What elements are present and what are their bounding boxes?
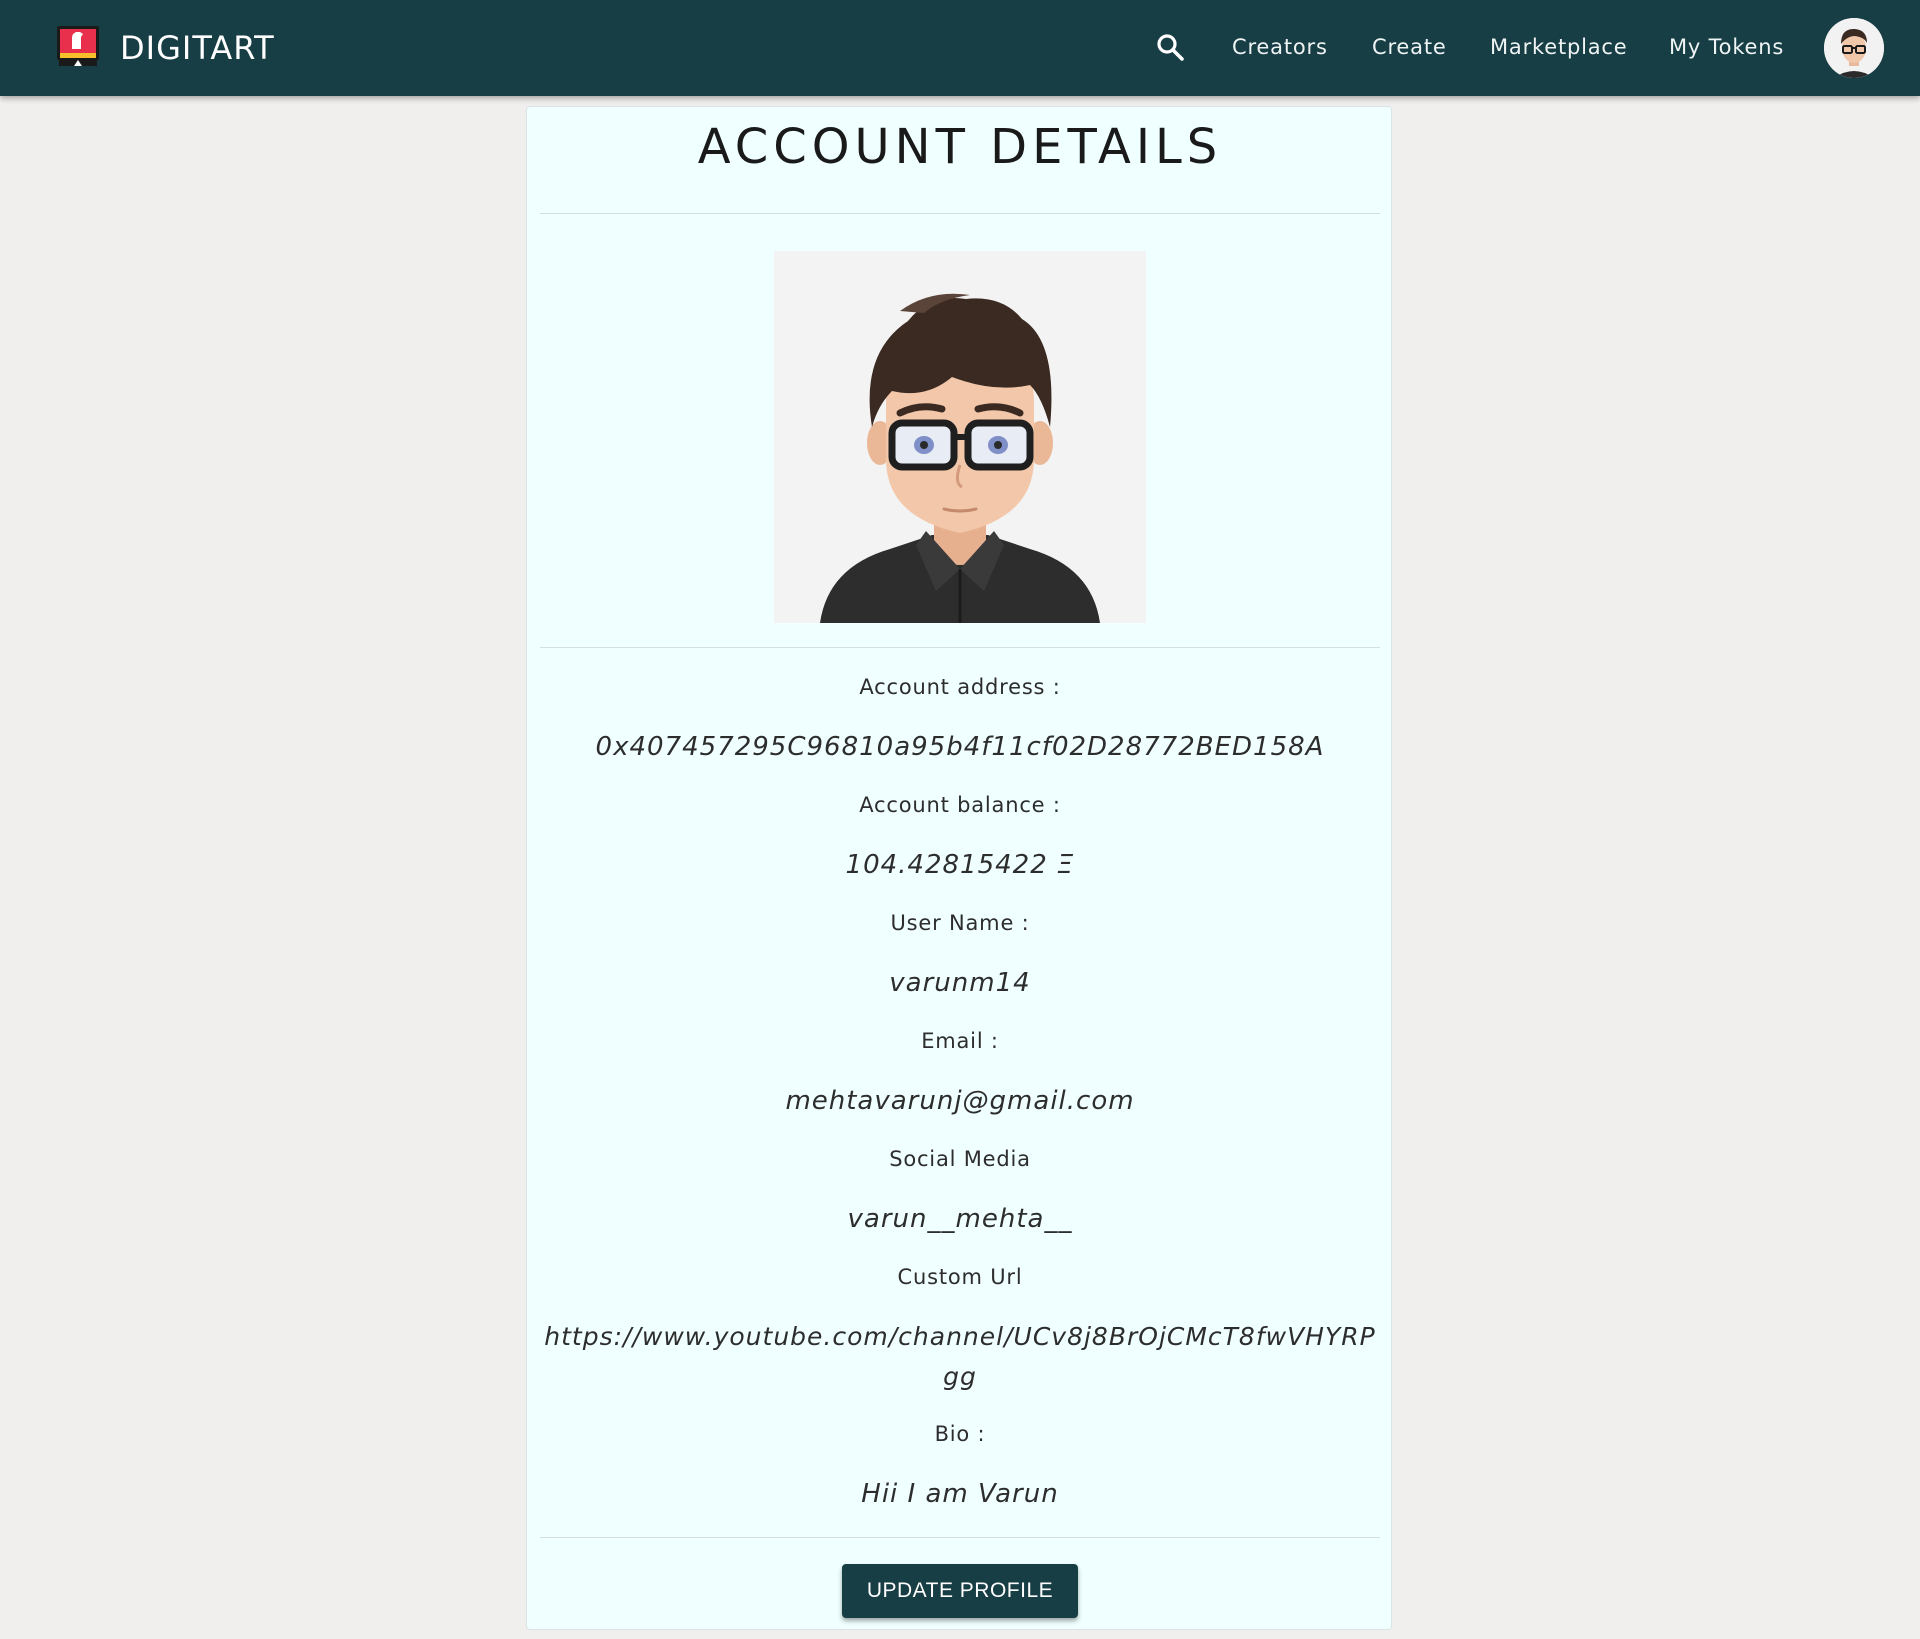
- page-title: ACCOUNT DETAILS: [697, 119, 1223, 175]
- user-name-value: varunm14: [889, 968, 1031, 998]
- footer-divider: [540, 1537, 1380, 1538]
- digitart-monitor-logo-icon: [57, 26, 99, 66]
- profile-picture: [774, 251, 1146, 623]
- email-value: mehtavarunj@gmail.com: [785, 1086, 1135, 1116]
- nav-link-creators[interactable]: Creators: [1232, 33, 1328, 61]
- bio-value: Hii I am Varun: [861, 1479, 1059, 1509]
- search-icon[interactable]: [1155, 32, 1185, 62]
- top-navbar: DIGITART Creators Create Marketplace My …: [0, 0, 1920, 96]
- avatar-face-icon: [1824, 18, 1884, 78]
- nav-link-create[interactable]: Create: [1372, 33, 1447, 61]
- user-name-label: User Name :: [890, 911, 1030, 935]
- profile-avatar-illustration: [774, 251, 1146, 623]
- email-label: Email :: [921, 1029, 999, 1053]
- nav-link-marketplace[interactable]: Marketplace: [1490, 33, 1628, 61]
- bio-label: Bio :: [934, 1422, 986, 1446]
- nav-link-my-tokens[interactable]: My Tokens: [1669, 33, 1784, 61]
- custom-url-label: Custom Url: [897, 1265, 1023, 1289]
- image-divider: [540, 647, 1380, 648]
- account-address-label: Account address :: [859, 675, 1061, 699]
- social-media-label: Social Media: [889, 1147, 1031, 1171]
- account-address-value: 0x407457295C96810a95b4f11cf02D28772BED15…: [595, 732, 1325, 762]
- custom-url-value: https://www.youtube.com/channel/UCv8j8Br…: [544, 1322, 1376, 1391]
- social-media-value: varun__mehta__: [847, 1204, 1073, 1234]
- brand-link[interactable]: DIGITART: [54, 24, 275, 72]
- title-divider: [540, 213, 1380, 214]
- user-avatar[interactable]: [1824, 18, 1884, 78]
- account-balance-label: Account balance :: [859, 793, 1061, 817]
- update-profile-button[interactable]: UPDATE PROFILE: [842, 1564, 1078, 1618]
- brand-name: DIGITART: [120, 29, 275, 67]
- account-balance-value: 104.42815422 Ξ: [845, 850, 1075, 880]
